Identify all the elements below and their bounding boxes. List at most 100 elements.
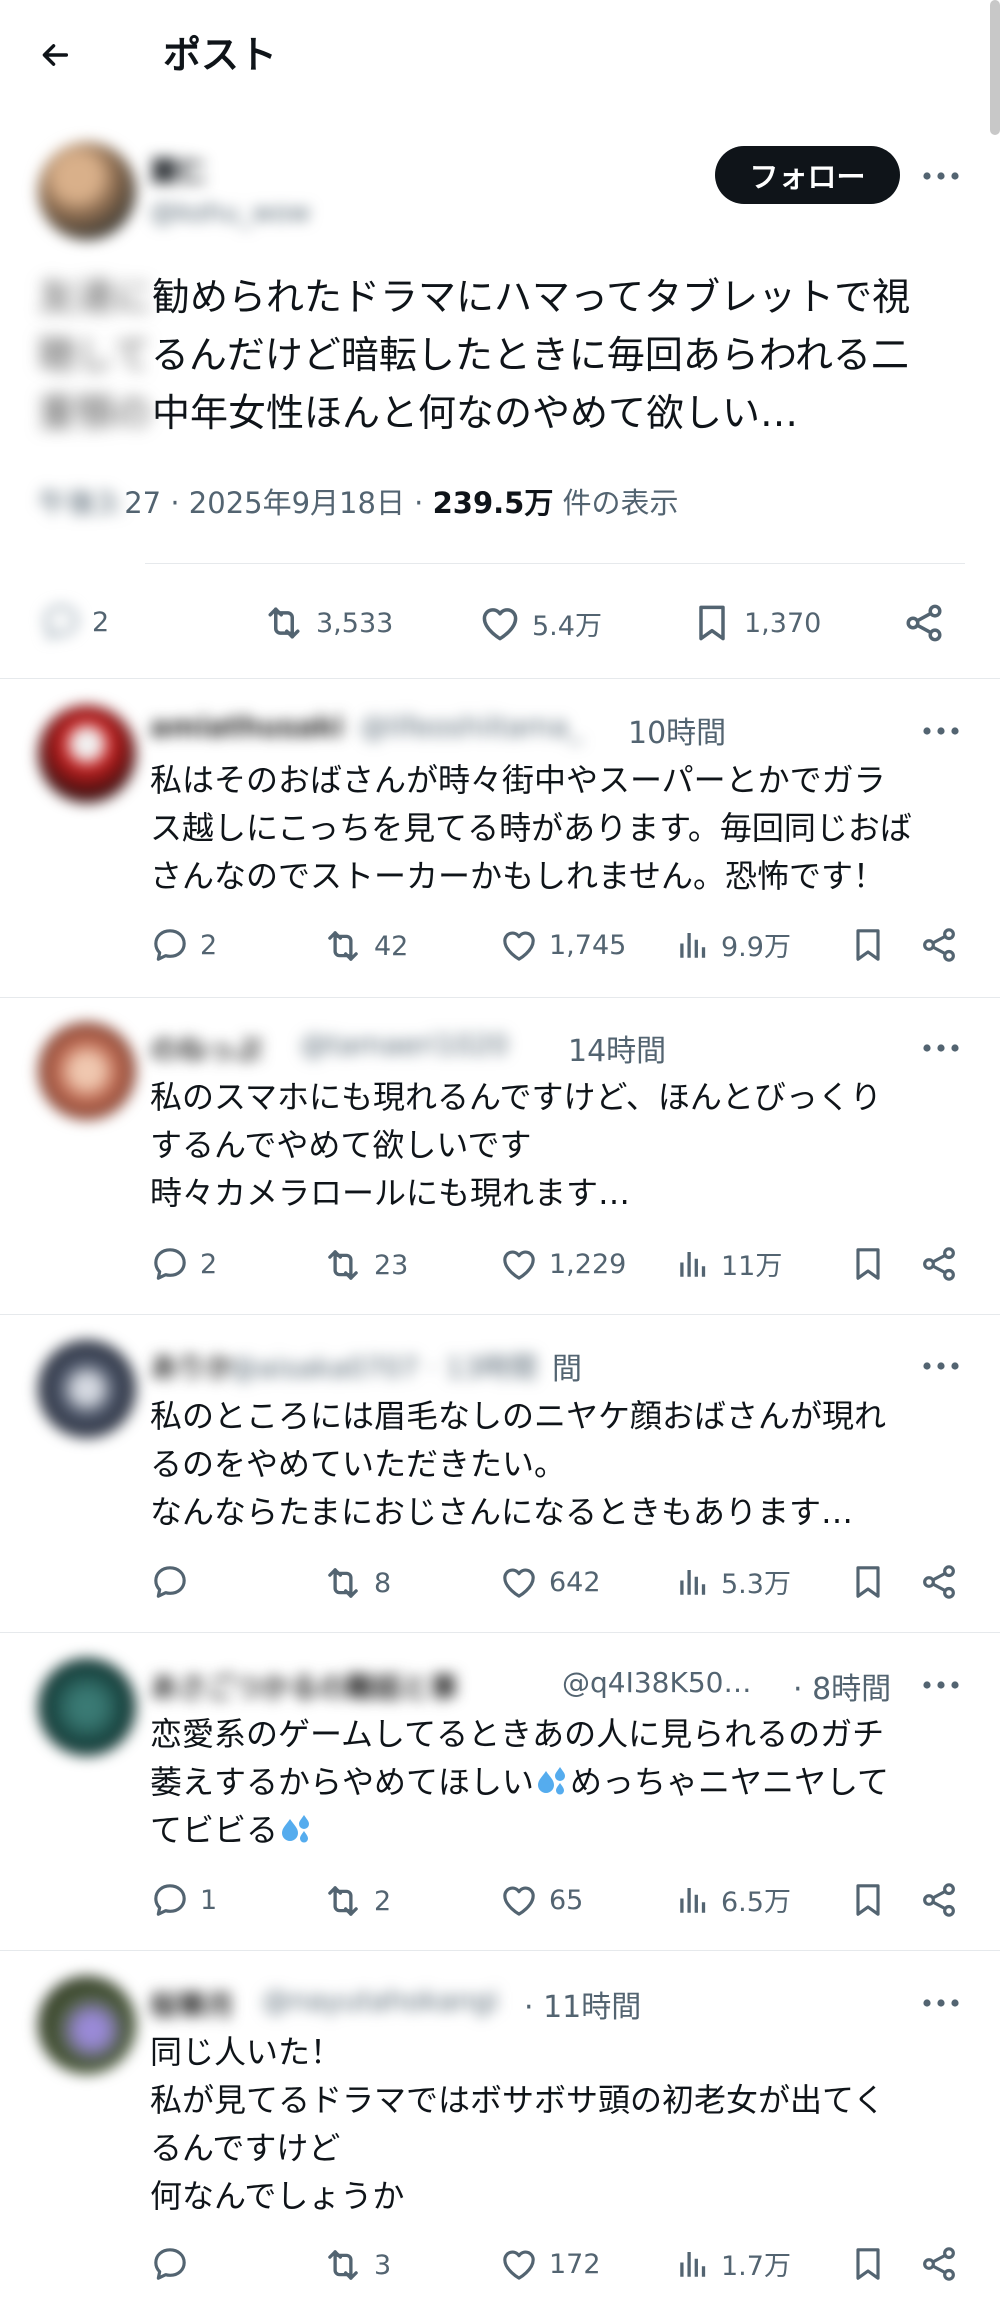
reply-button[interactable]: 2 <box>150 925 217 965</box>
like-button[interactable]: 642 <box>499 1562 601 1602</box>
more-dots-icon <box>922 726 960 736</box>
author-display-name[interactable]: のねっぷ <box>150 1028 262 1068</box>
reply-time[interactable]: · 8時間 <box>793 1664 891 1708</box>
reply-text-line: ス越しにこっちを見てる時があります。毎回同じおば <box>150 809 912 847</box>
views-button[interactable]: 11万 <box>675 1244 782 1283</box>
reply-more-button[interactable] <box>920 1664 962 1706</box>
repost-button[interactable]: 2 <box>322 1880 391 1922</box>
repost-button[interactable]: 3 <box>322 2244 391 2286</box>
share-button[interactable] <box>919 1562 959 1602</box>
like-button[interactable]: 1,745 <box>499 925 626 965</box>
repost-button[interactable]: 23 <box>322 1244 408 1286</box>
reply-time[interactable]: · 11時間 <box>524 1982 641 2026</box>
author-handle[interactable]: @tamaeri1020 <box>300 1028 508 1061</box>
reply-button[interactable] <box>150 2244 200 2284</box>
post-date[interactable]: · 2025年9月18日 · <box>161 486 432 520</box>
back-button[interactable] <box>30 30 80 80</box>
bookmark-button[interactable] <box>848 1244 888 1284</box>
avatar[interactable] <box>38 142 136 240</box>
repost-button[interactable]: 3,533 <box>262 601 393 645</box>
avatar[interactable] <box>38 1976 136 2074</box>
share-button[interactable] <box>919 925 959 965</box>
reply-button[interactable]: 2 <box>40 601 109 643</box>
views-button[interactable]: 6.5万 <box>675 1880 791 1919</box>
reply-text-line: 私のところには眉毛なしのニヤケ顔おばさんが現れ <box>150 1397 887 1435</box>
author-display-name[interactable]: ありか <box>150 1346 234 1386</box>
author-display-name[interactable]: 桜華月 <box>150 1984 234 2024</box>
bookmark-icon <box>690 601 734 645</box>
divider <box>0 678 1000 679</box>
repost-button[interactable]: 42 <box>322 925 408 967</box>
divider <box>0 997 1000 998</box>
more-dots-icon <box>922 1361 960 1371</box>
arrow-left-icon <box>42 44 69 66</box>
reply-text: 私のスマホにも現れるんですけど、ほんとびっくり するんでやめて欲しいです 時々カ… <box>150 1073 940 1217</box>
bookmark-button[interactable] <box>848 1880 888 1920</box>
views-bar-icon <box>675 1564 711 1600</box>
reply-time[interactable]: 間 <box>552 1344 582 1388</box>
views-button[interactable]: 5.3万 <box>675 1562 791 1601</box>
reply-bubble-icon <box>150 1244 190 1284</box>
like-button[interactable]: 5.4万 <box>478 601 602 645</box>
reply-more-button[interactable] <box>920 1982 962 2024</box>
bookmark-button[interactable] <box>848 925 888 965</box>
author-handle[interactable]: @q4I38K50… <box>562 1666 751 1699</box>
bookmark-button[interactable] <box>848 1562 888 1602</box>
reply-text-line: てビビる <box>150 1806 940 1854</box>
divider <box>0 1314 1000 1315</box>
bookmark-icon <box>848 1244 888 1284</box>
views-button[interactable]: 1.7万 <box>675 2244 791 2283</box>
reply-button[interactable]: 2 <box>150 1244 217 1284</box>
reply-time[interactable]: 10時間 <box>628 708 726 752</box>
reply-more-button[interactable] <box>920 1027 962 1069</box>
share-icon <box>919 1562 959 1602</box>
share-button[interactable] <box>919 2244 959 2284</box>
reply-text-line: 時々カメラロールにも現れます… <box>150 1174 631 1212</box>
view-count: 239.5万 <box>432 486 554 520</box>
like-button[interactable]: 1,229 <box>499 1244 626 1284</box>
author-handle[interactable]: @lifeoshiitama_ <box>360 710 582 743</box>
follow-button[interactable]: フォロー <box>715 146 900 204</box>
avatar[interactable] <box>38 1658 136 1756</box>
share-button[interactable] <box>919 1880 959 1920</box>
reply-bubble-icon <box>40 601 82 643</box>
reply-time[interactable]: 14時間 <box>568 1026 666 1070</box>
repost-button[interactable]: 8 <box>322 1562 391 1604</box>
author-handle[interactable]: @kohu_wow <box>150 198 310 228</box>
reply-text: 私のところには眉毛なしのニヤケ顔おばさんが現れ るのをやめていただきたい。 なん… <box>150 1392 940 1536</box>
avatar[interactable] <box>38 1340 136 1438</box>
reply-more-button[interactable] <box>920 1345 962 1387</box>
share-button[interactable] <box>919 1244 959 1284</box>
scrollbar[interactable] <box>990 0 1000 135</box>
author-display-name[interactable]: あさごつかるの難話と事 <box>150 1666 458 1706</box>
more-dots-icon <box>922 171 960 181</box>
views-bar-icon <box>675 1246 711 1282</box>
repost-icon <box>322 925 364 967</box>
like-button[interactable]: 172 <box>499 2244 601 2284</box>
avatar[interactable] <box>38 1022 136 1120</box>
author-display-name[interactable]: amiathusaki <box>150 710 344 743</box>
author-handle[interactable]: @aisaka0707 · 13時間 <box>230 1346 537 1386</box>
views-button[interactable]: 9.9万 <box>675 925 791 964</box>
share-button[interactable] <box>902 601 946 645</box>
reply-button[interactable] <box>150 1562 200 1602</box>
bookmark-button[interactable] <box>848 2244 888 2284</box>
repost-icon <box>322 2244 364 2286</box>
author-handle[interactable]: @nayutahokangi <box>262 1984 498 2017</box>
like-button[interactable]: 65 <box>499 1880 583 1920</box>
reply-bubble-icon <box>150 1880 190 1920</box>
post-more-button[interactable] <box>920 155 962 197</box>
reply-more-button[interactable] <box>920 710 962 752</box>
reply-button[interactable]: 1 <box>150 1880 217 1920</box>
bookmark-icon <box>848 1880 888 1920</box>
top-bar: ポスト <box>0 0 1000 115</box>
divider <box>0 1632 1000 1633</box>
reply-text-line: するんでやめて欲しいです <box>150 1126 532 1164</box>
post-action-bar: 2 3,533 5.4万 1,370 <box>0 585 1000 661</box>
reply-bubble-icon <box>150 1562 190 1602</box>
avatar[interactable] <box>38 705 136 803</box>
share-icon <box>919 1244 959 1284</box>
reply-text: 恋愛系のゲームしてるときあの人に見られるのガチ 萎えするからやめてほしい めっちゃ… <box>150 1710 940 1854</box>
bookmark-button[interactable]: 1,370 <box>690 601 821 645</box>
author-display-name[interactable]: 麗仁 <box>150 150 206 190</box>
